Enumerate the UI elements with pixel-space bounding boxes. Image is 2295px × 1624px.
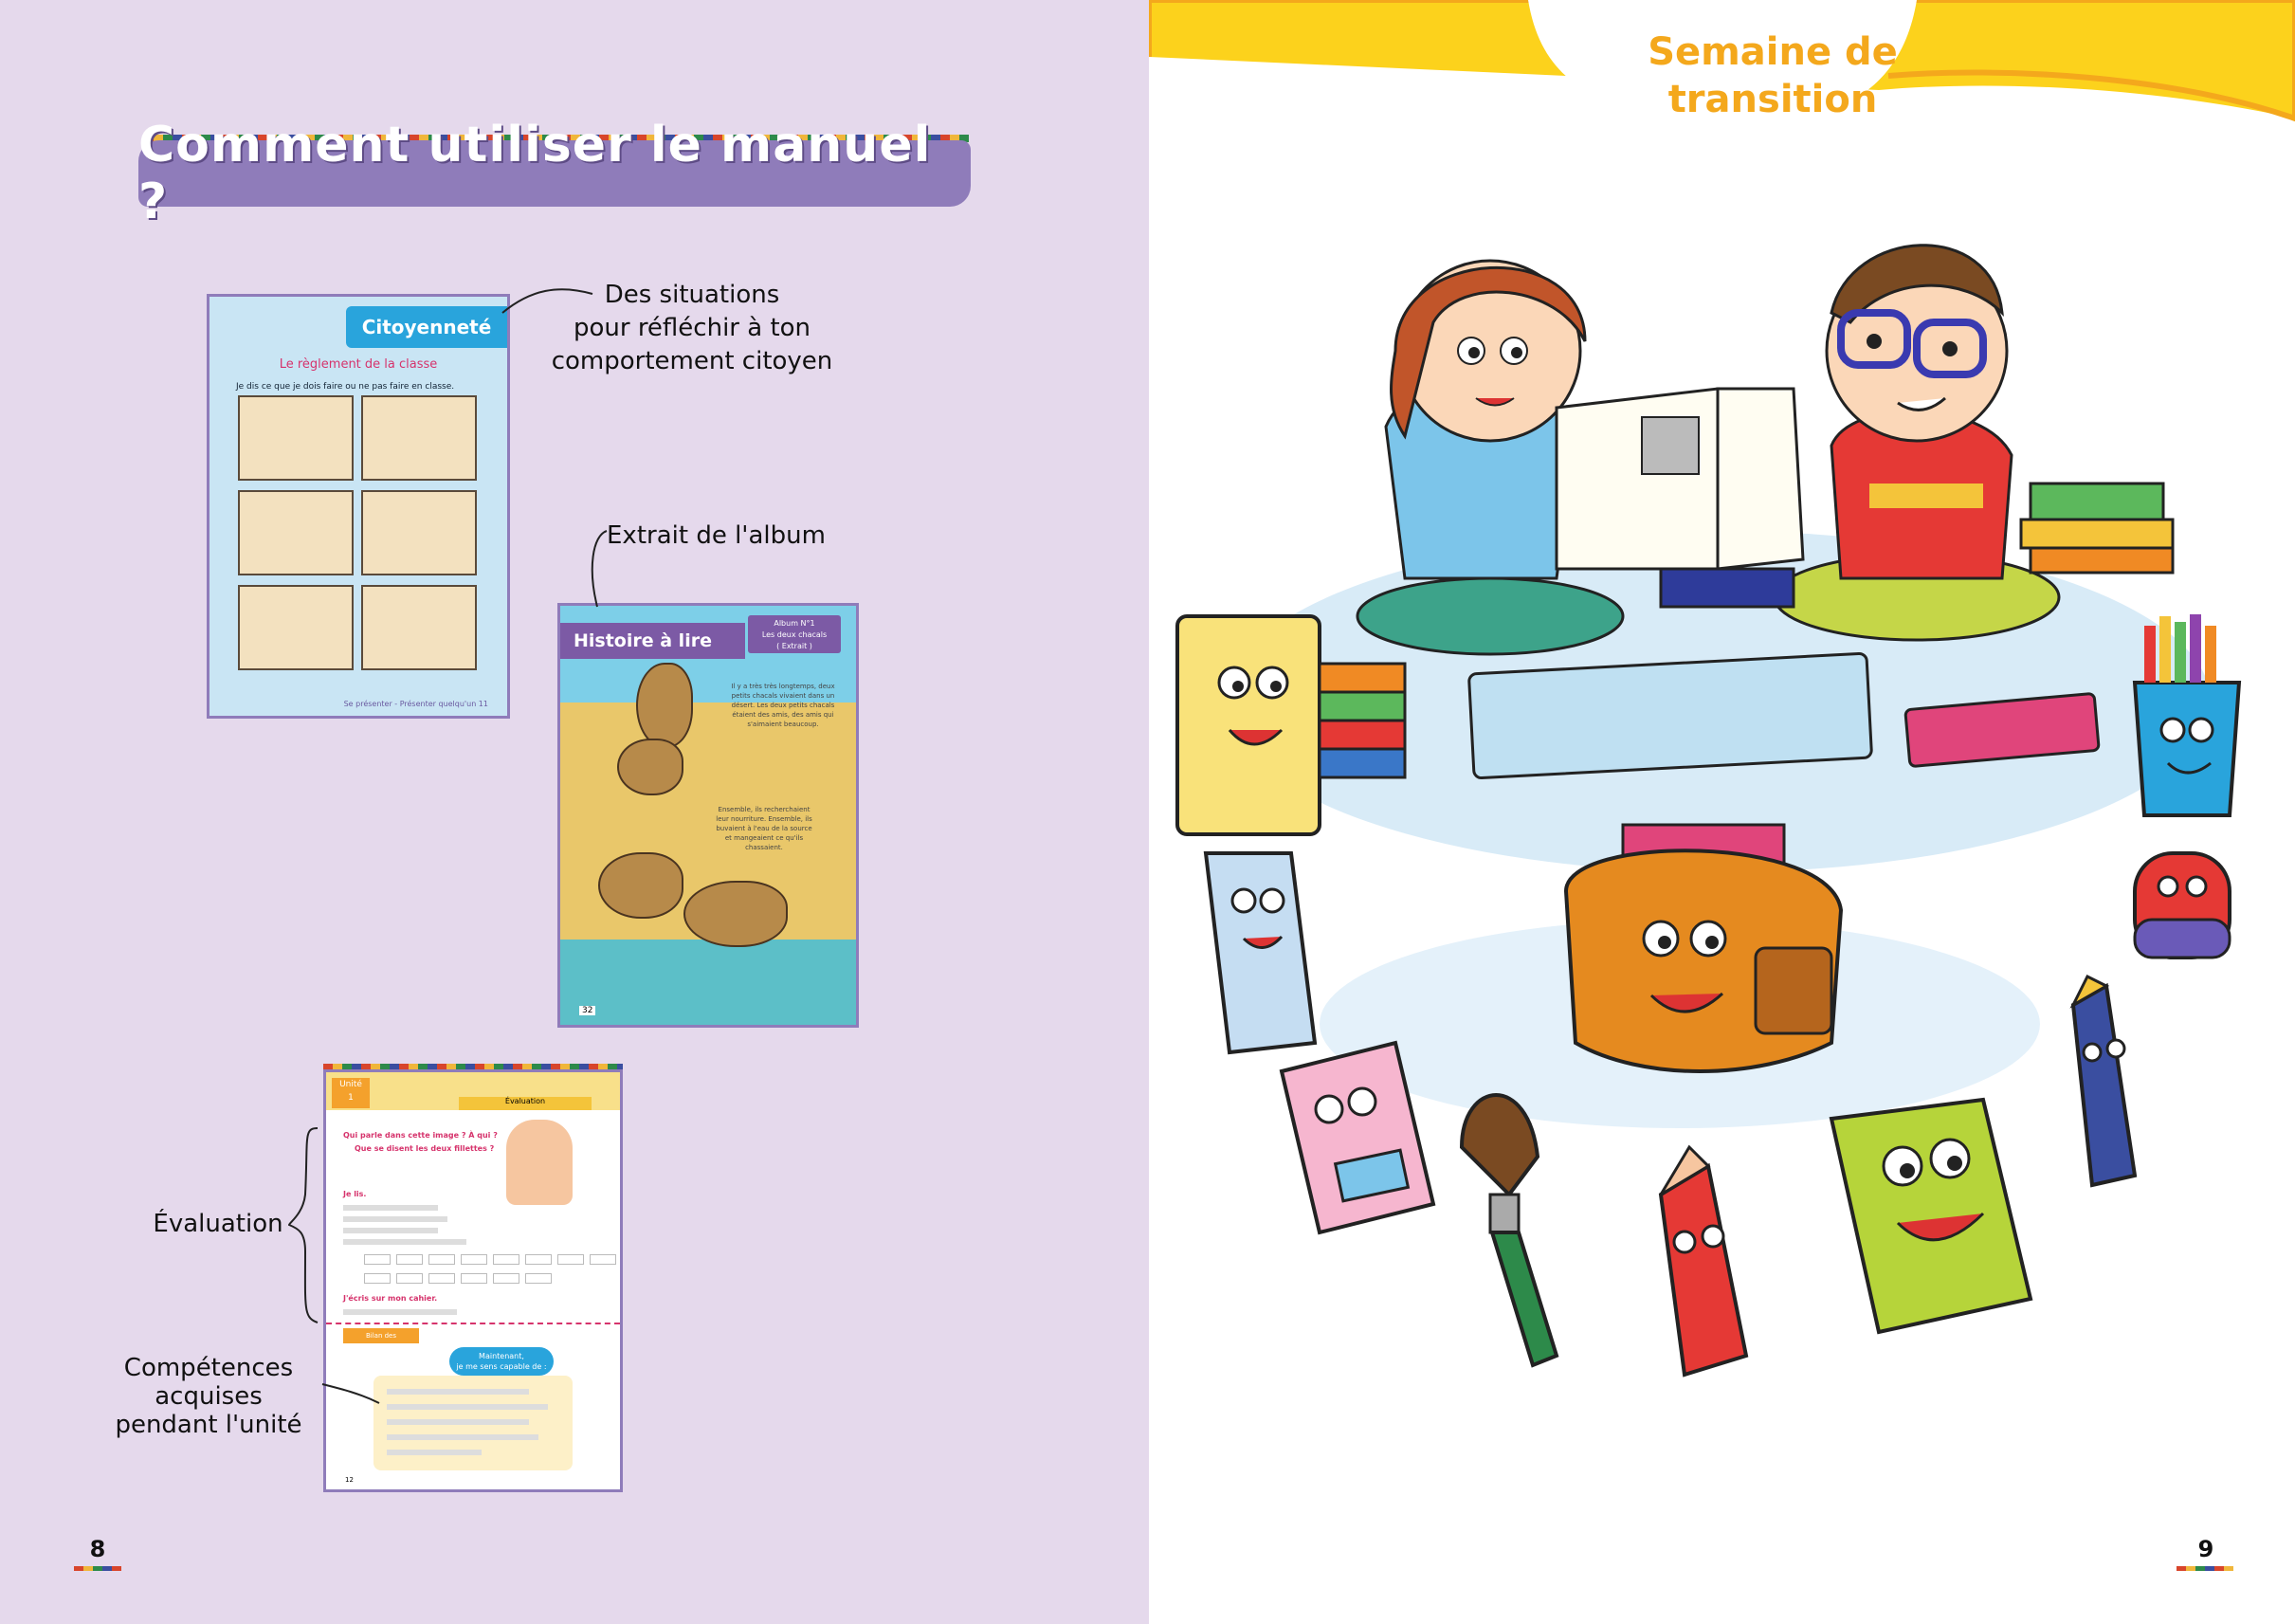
eval-question: Qui parle dans cette image ? À qui ? <box>343 1131 498 1140</box>
thumbnail-citizenship-page: Citoyenneté Le règlement de la classe Je… <box>207 294 510 719</box>
album-box: Album N°1 Les deux chacals ( Extrait ) <box>748 615 841 653</box>
story-text: Ensemble, ils recherchaient leur nourrit… <box>716 806 812 851</box>
citizenship-tab: Citoyenneté <box>346 306 507 348</box>
evaluation-label: Évaluation <box>459 1097 592 1110</box>
pencil-pot-character <box>2132 614 2242 817</box>
unit-number: 1 <box>348 1093 354 1103</box>
album-extract: ( Extrait ) <box>776 642 812 650</box>
eval-writing: J'écris sur mon cahier. <box>343 1294 438 1303</box>
section-divider <box>326 1323 620 1324</box>
word-cells <box>364 1254 616 1265</box>
text-line <box>343 1309 457 1315</box>
callout-line: pendant l'unité <box>115 1411 302 1439</box>
page-number-left: 8 <box>89 1536 106 1562</box>
album-title: Les deux chacals <box>761 630 828 639</box>
citizenship-footer: Se présenter - Présenter quelqu'un 11 <box>343 700 488 708</box>
story-text: Il y a très très longtemps, deux petits … <box>731 683 835 728</box>
callout-evaluation: Évaluation <box>153 1210 283 1238</box>
text-line <box>343 1216 447 1222</box>
comic-panel <box>238 585 354 670</box>
comic-panel <box>361 490 477 575</box>
text-line <box>387 1434 538 1440</box>
skills-cloud: Maintenant, je me sens capable de : <box>449 1347 554 1376</box>
story-tab: Histoire à lire <box>560 623 745 659</box>
thumbnail-evaluation-page: Unité 1 Évaluation Qui parle dans cette … <box>323 1069 623 1492</box>
album-number: Album N°1 <box>774 619 815 628</box>
binder-illustration <box>1467 651 1873 780</box>
callout-line: acquises <box>155 1382 263 1411</box>
callout-line: Des situations <box>604 281 780 309</box>
left-page: Comment utiliser le manuel ? Citoyenneté… <box>0 0 1149 1624</box>
thumbnail-story-page: Histoire à lire Album N°1 Les deux chaca… <box>557 603 859 1028</box>
comic-panel <box>361 395 477 481</box>
citizenship-subtitle: Le règlement de la classe <box>279 357 438 372</box>
text-line <box>343 1239 466 1245</box>
callout-album: Extrait de l'album <box>607 521 826 550</box>
water-pool <box>560 940 856 1025</box>
jackal-illustration <box>617 739 683 795</box>
jackal-illustration <box>636 663 693 748</box>
unit-title-line: transition <box>1667 78 1878 121</box>
boy-illustration <box>1773 244 2061 642</box>
text-line <box>387 1419 529 1425</box>
green-notebook-character <box>1829 1097 2033 1335</box>
comic-panel <box>238 395 354 481</box>
decorative-border <box>2177 1566 2233 1571</box>
story-page-number: 32 <box>579 1006 596 1015</box>
syllable-cells <box>364 1273 552 1284</box>
page-number-right: 9 <box>2197 1536 2214 1562</box>
cloud-line: je me sens capable de : <box>456 1362 547 1371</box>
text-line <box>343 1205 438 1211</box>
comic-panel <box>361 585 477 670</box>
children-illustration <box>506 1120 573 1205</box>
bilan-label: Bilan des apprentissages <box>343 1328 419 1355</box>
unit-title: Semaine de transition <box>1612 28 1934 123</box>
callout-line: pour réfléchir à ton <box>573 314 811 342</box>
decorative-border <box>74 1566 121 1571</box>
text-line <box>387 1450 482 1455</box>
unit-badge: Unité 1 <box>332 1078 370 1108</box>
text-line <box>387 1404 548 1410</box>
text-line <box>387 1389 529 1395</box>
jackal-illustration <box>683 881 788 947</box>
red-pencil-character <box>1658 1144 1749 1378</box>
cloud-line: Maintenant, <box>479 1352 524 1360</box>
comic-panel <box>238 490 354 575</box>
callout-line: comportement citoyen <box>551 347 833 375</box>
callout-citizen: Des situations pour réfléchir à ton comp… <box>540 279 844 378</box>
citizenship-instruction: Je dis ce que je dois faire ou ne pas fa… <box>236 382 455 392</box>
page-title: Comment utiliser le manuel ? <box>138 117 932 230</box>
eval-reading: Je lis. <box>343 1190 367 1198</box>
eraser-character <box>2133 851 2231 959</box>
open-book-illustration <box>1555 387 1805 571</box>
classroom-illustration <box>1175 244 2242 1378</box>
eval-page-number: 12 <box>345 1476 354 1484</box>
paintbrush-character <box>1459 1093 1559 1368</box>
jackal-illustration <box>598 852 683 919</box>
unit-title-line: Semaine de <box>1648 30 1898 74</box>
ruler-character <box>1203 851 1318 1055</box>
callout-line: Compétences <box>123 1354 294 1382</box>
skills-box <box>373 1376 573 1470</box>
blue-pencil-character <box>2069 974 2138 1188</box>
text-line <box>343 1228 438 1233</box>
eval-question: Que se disent les deux fillettes ? <box>355 1144 495 1153</box>
unit-label: Unité <box>339 1080 362 1089</box>
page-title-banner: Comment utiliser le manuel ? <box>138 117 971 230</box>
callout-skills: Compétences acquises pendant l'unité <box>95 1354 322 1439</box>
